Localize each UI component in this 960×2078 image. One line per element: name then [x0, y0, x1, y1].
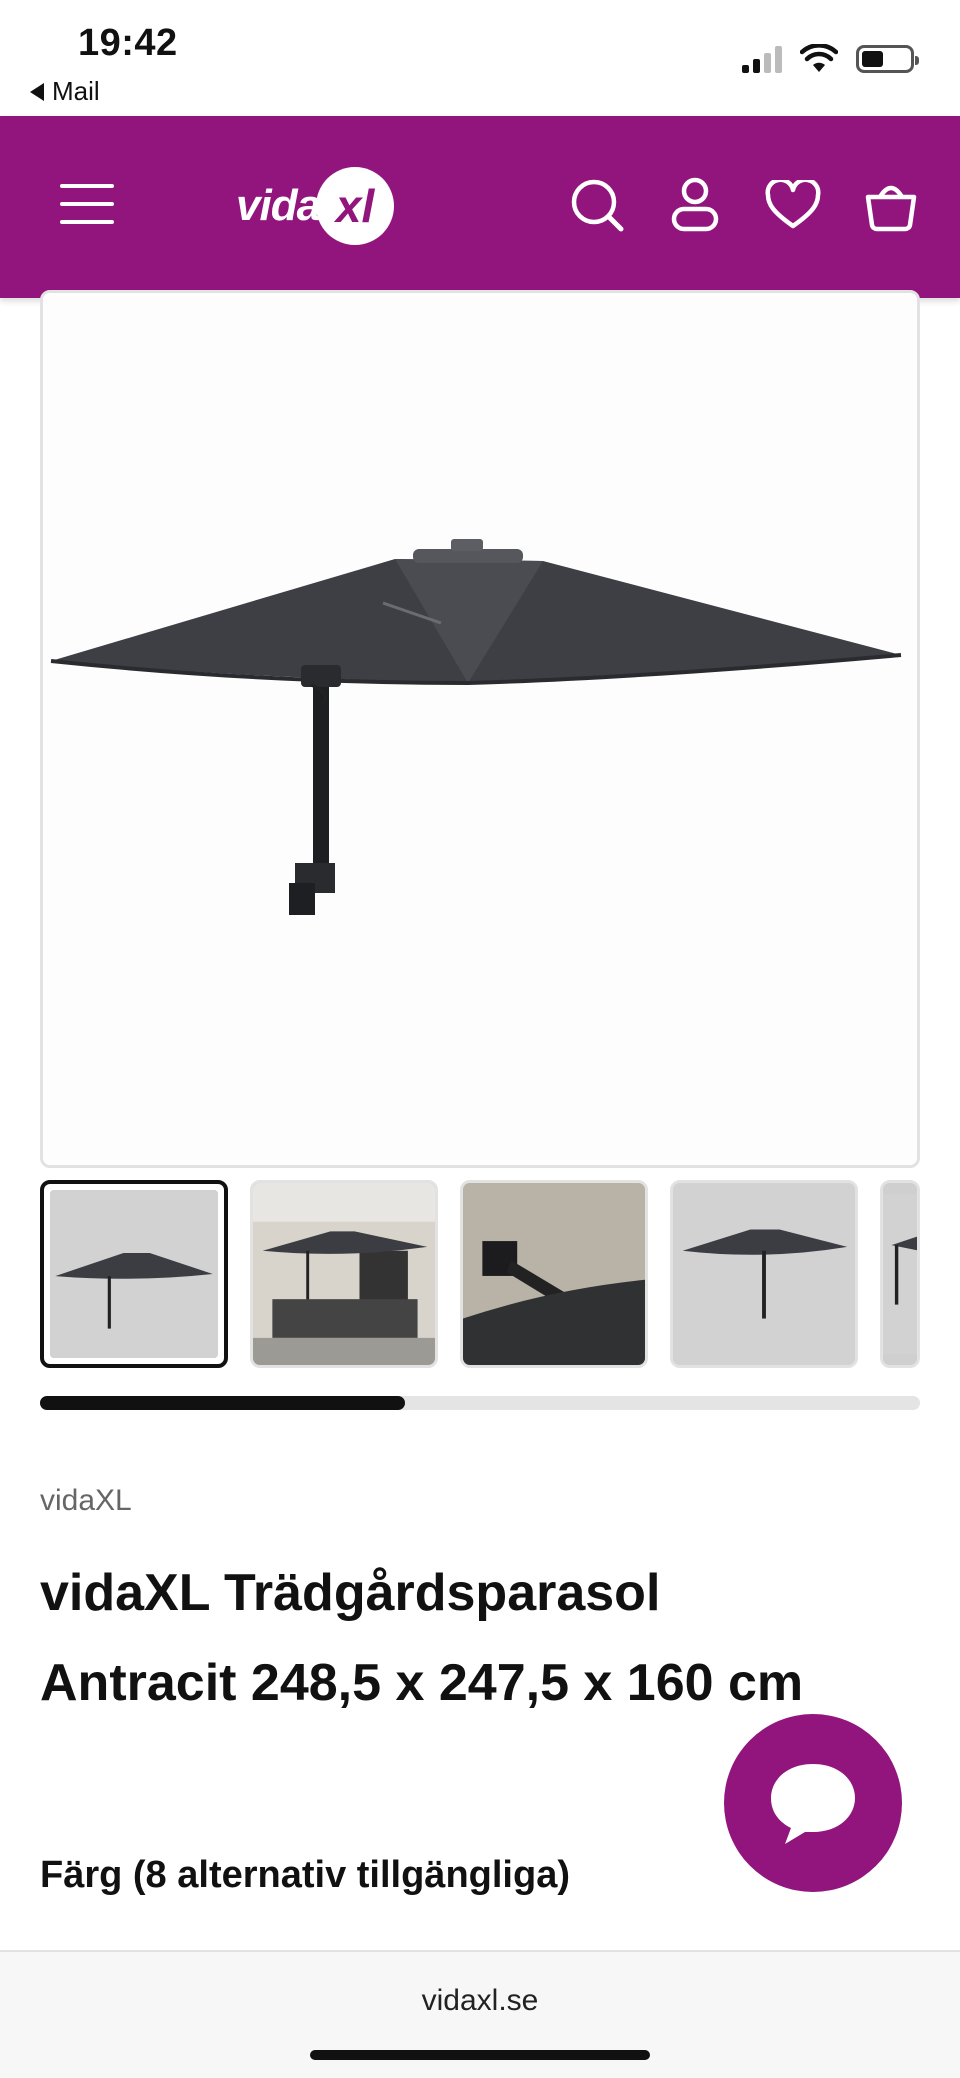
vidaxl-logo[interactable]: vida xl	[236, 166, 395, 246]
thumbnail-scrollbar[interactable]	[40, 1396, 920, 1410]
product-title-line-1: vidaXL Trädgårdsparasol	[40, 1564, 661, 1622]
back-app-label: Mail	[52, 76, 100, 106]
thumbnail-strip	[40, 1180, 920, 1370]
header-actions	[568, 174, 920, 236]
wifi-icon	[800, 44, 838, 72]
parasol-image	[43, 293, 917, 1165]
status-bar: 19:42 Mail	[0, 0, 960, 116]
site-header: vida xl	[0, 116, 960, 298]
chat-button[interactable]	[724, 1714, 902, 1892]
logo-text: vida	[236, 181, 321, 230]
main-product-image[interactable]	[40, 290, 920, 1168]
thumbnail-1[interactable]	[40, 1180, 228, 1368]
cart-icon[interactable]	[862, 174, 920, 236]
back-arrow-icon	[30, 82, 44, 101]
chat-bubble-icon	[771, 1764, 855, 1844]
menu-icon[interactable]	[60, 184, 114, 224]
thumbnail-4[interactable]	[670, 1180, 858, 1368]
battery-icon	[856, 45, 919, 73]
cellular-signal-icon	[742, 45, 782, 73]
status-icons	[742, 44, 919, 74]
browser-url-bar[interactable]: vidaxl.se	[0, 1950, 960, 2078]
thumbnail-5[interactable]	[880, 1180, 920, 1368]
logo-badge: xl	[316, 167, 395, 245]
url-text[interactable]: vidaxl.se	[0, 1984, 960, 2018]
home-indicator[interactable]	[310, 2050, 650, 2060]
heart-icon[interactable]	[764, 174, 822, 236]
product-title: vidaXL Trädgårdsparasol Antracit 248,5 x…	[40, 1548, 940, 1728]
thumbnail-2[interactable]	[250, 1180, 438, 1368]
color-options-label: Färg (8 alternativ tillgängliga)	[40, 1854, 570, 1896]
status-time: 19:42	[78, 22, 178, 64]
back-to-app-link[interactable]: Mail	[30, 76, 100, 107]
thumbnail-scrollbar-thumb[interactable]	[40, 1396, 406, 1410]
product-brand[interactable]: vidaXL	[40, 1484, 132, 1518]
thumbnail-3[interactable]	[460, 1180, 648, 1368]
account-icon[interactable]	[666, 174, 724, 236]
search-icon[interactable]	[568, 174, 626, 236]
